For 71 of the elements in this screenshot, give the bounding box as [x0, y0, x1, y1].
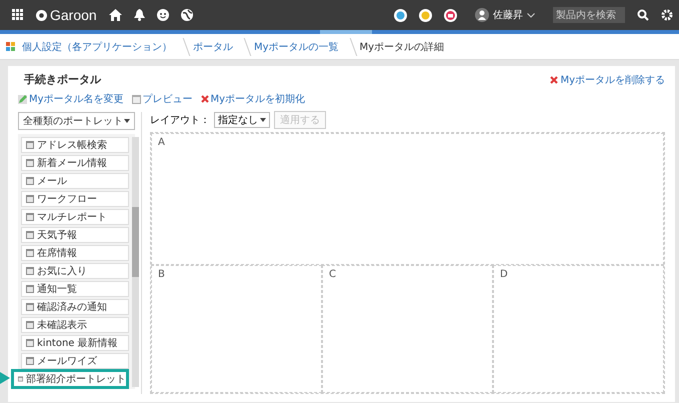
app-grid-icon[interactable]: [12, 9, 24, 21]
area-label: A: [158, 137, 165, 148]
collapse-handle[interactable]: [320, 30, 372, 34]
status-circle-icon[interactable]: [419, 8, 432, 22]
document-icon: [132, 94, 141, 104]
portlet-item[interactable]: メール: [21, 173, 129, 189]
search-field[interactable]: 製品内を検索: [553, 7, 625, 23]
action-link[interactable]: プレビュー: [132, 92, 193, 106]
portlet-item[interactable]: アドレス帳検索: [21, 137, 129, 153]
user-icon: [475, 8, 489, 22]
breadcrumb-item: Myポータルの詳細: [360, 40, 444, 54]
portlet-icon: [26, 303, 34, 311]
action-link[interactable]: Myポータル名を変更: [18, 92, 124, 106]
caret-icon: [124, 119, 130, 123]
mail-icon[interactable]: [444, 8, 457, 22]
scrollbar-thumb[interactable]: [132, 207, 139, 277]
portlet-icon: [26, 141, 34, 149]
portlet-icon: [26, 159, 34, 167]
area-label: B: [158, 269, 165, 280]
breadcrumb-item[interactable]: Myポータルの一覧: [254, 40, 339, 54]
user-menu[interactable]: 佐藤昇: [475, 8, 535, 22]
chevron-down-icon: [527, 12, 535, 18]
portlet-icon: [26, 195, 34, 203]
globe-icon[interactable]: [180, 9, 193, 21]
portlet-item[interactable]: マルチレポート: [21, 209, 129, 225]
logo[interactable]: Garoon: [36, 7, 97, 23]
portlet-icon: [26, 357, 34, 365]
logo-icon: [36, 10, 47, 20]
settings-icon[interactable]: [661, 9, 673, 21]
scrollbar[interactable]: [132, 137, 139, 387]
delete-link[interactable]: Myポータルを削除する: [550, 72, 665, 86]
home-icon[interactable]: [108, 9, 122, 21]
cross-icon: [200, 95, 209, 103]
portlet-icon: [26, 249, 34, 257]
portlet-icon: [26, 231, 34, 239]
area-label: C: [329, 269, 336, 280]
portlet-icon: [18, 375, 23, 383]
portlet-filter-dropdown[interactable]: 全種類のポートレット: [18, 112, 135, 130]
portlet-icon: [26, 339, 34, 347]
portlet-item[interactable]: 通知一覧: [21, 281, 129, 297]
portlet-item[interactable]: ワークフロー: [21, 191, 129, 207]
settings-app-icon: [6, 42, 16, 52]
breadcrumb-item[interactable]: 個人設定（各アプリケーション）: [22, 40, 172, 54]
pointer-arrow-icon: [0, 372, 10, 384]
page-title: 手続きポータル: [24, 72, 101, 87]
portlet-icon: [26, 177, 34, 185]
bell-icon[interactable]: [134, 9, 145, 21]
breadcrumb-item[interactable]: ポータル: [193, 40, 233, 54]
portlet-icon: [26, 267, 34, 275]
portlet-item[interactable]: 在席情報: [21, 245, 129, 261]
status-circle-icon[interactable]: [394, 8, 407, 22]
smiley-icon[interactable]: [156, 9, 169, 21]
portlet-item[interactable]: メールワイズ: [21, 353, 129, 369]
search-icon[interactable]: [637, 9, 649, 21]
layout-label: レイアウト：: [150, 114, 210, 127]
portlet-item[interactable]: 新着メール情報: [21, 155, 129, 171]
portlet-item[interactable]: 部署紹介ポートレット: [11, 369, 129, 389]
pencil-icon: [18, 94, 27, 104]
portlet-item[interactable]: 未確認表示: [21, 317, 129, 333]
portlet-item[interactable]: お気に入り: [21, 263, 129, 279]
portlet-item[interactable]: 確認済みの通知: [21, 299, 129, 315]
caret-icon: [260, 118, 266, 122]
action-link[interactable]: Myポータルを初期化: [200, 92, 306, 106]
area-label: D: [500, 269, 508, 280]
portlet-icon: [26, 321, 34, 329]
portlet-icon: [26, 285, 34, 293]
cross-icon: [550, 76, 558, 84]
portlet-icon: [26, 213, 34, 221]
portlet-item[interactable]: 天気予報: [21, 227, 129, 243]
layout-dropdown[interactable]: 指定なし: [214, 112, 270, 128]
portlet-item[interactable]: kintone 最新情報: [21, 335, 129, 351]
